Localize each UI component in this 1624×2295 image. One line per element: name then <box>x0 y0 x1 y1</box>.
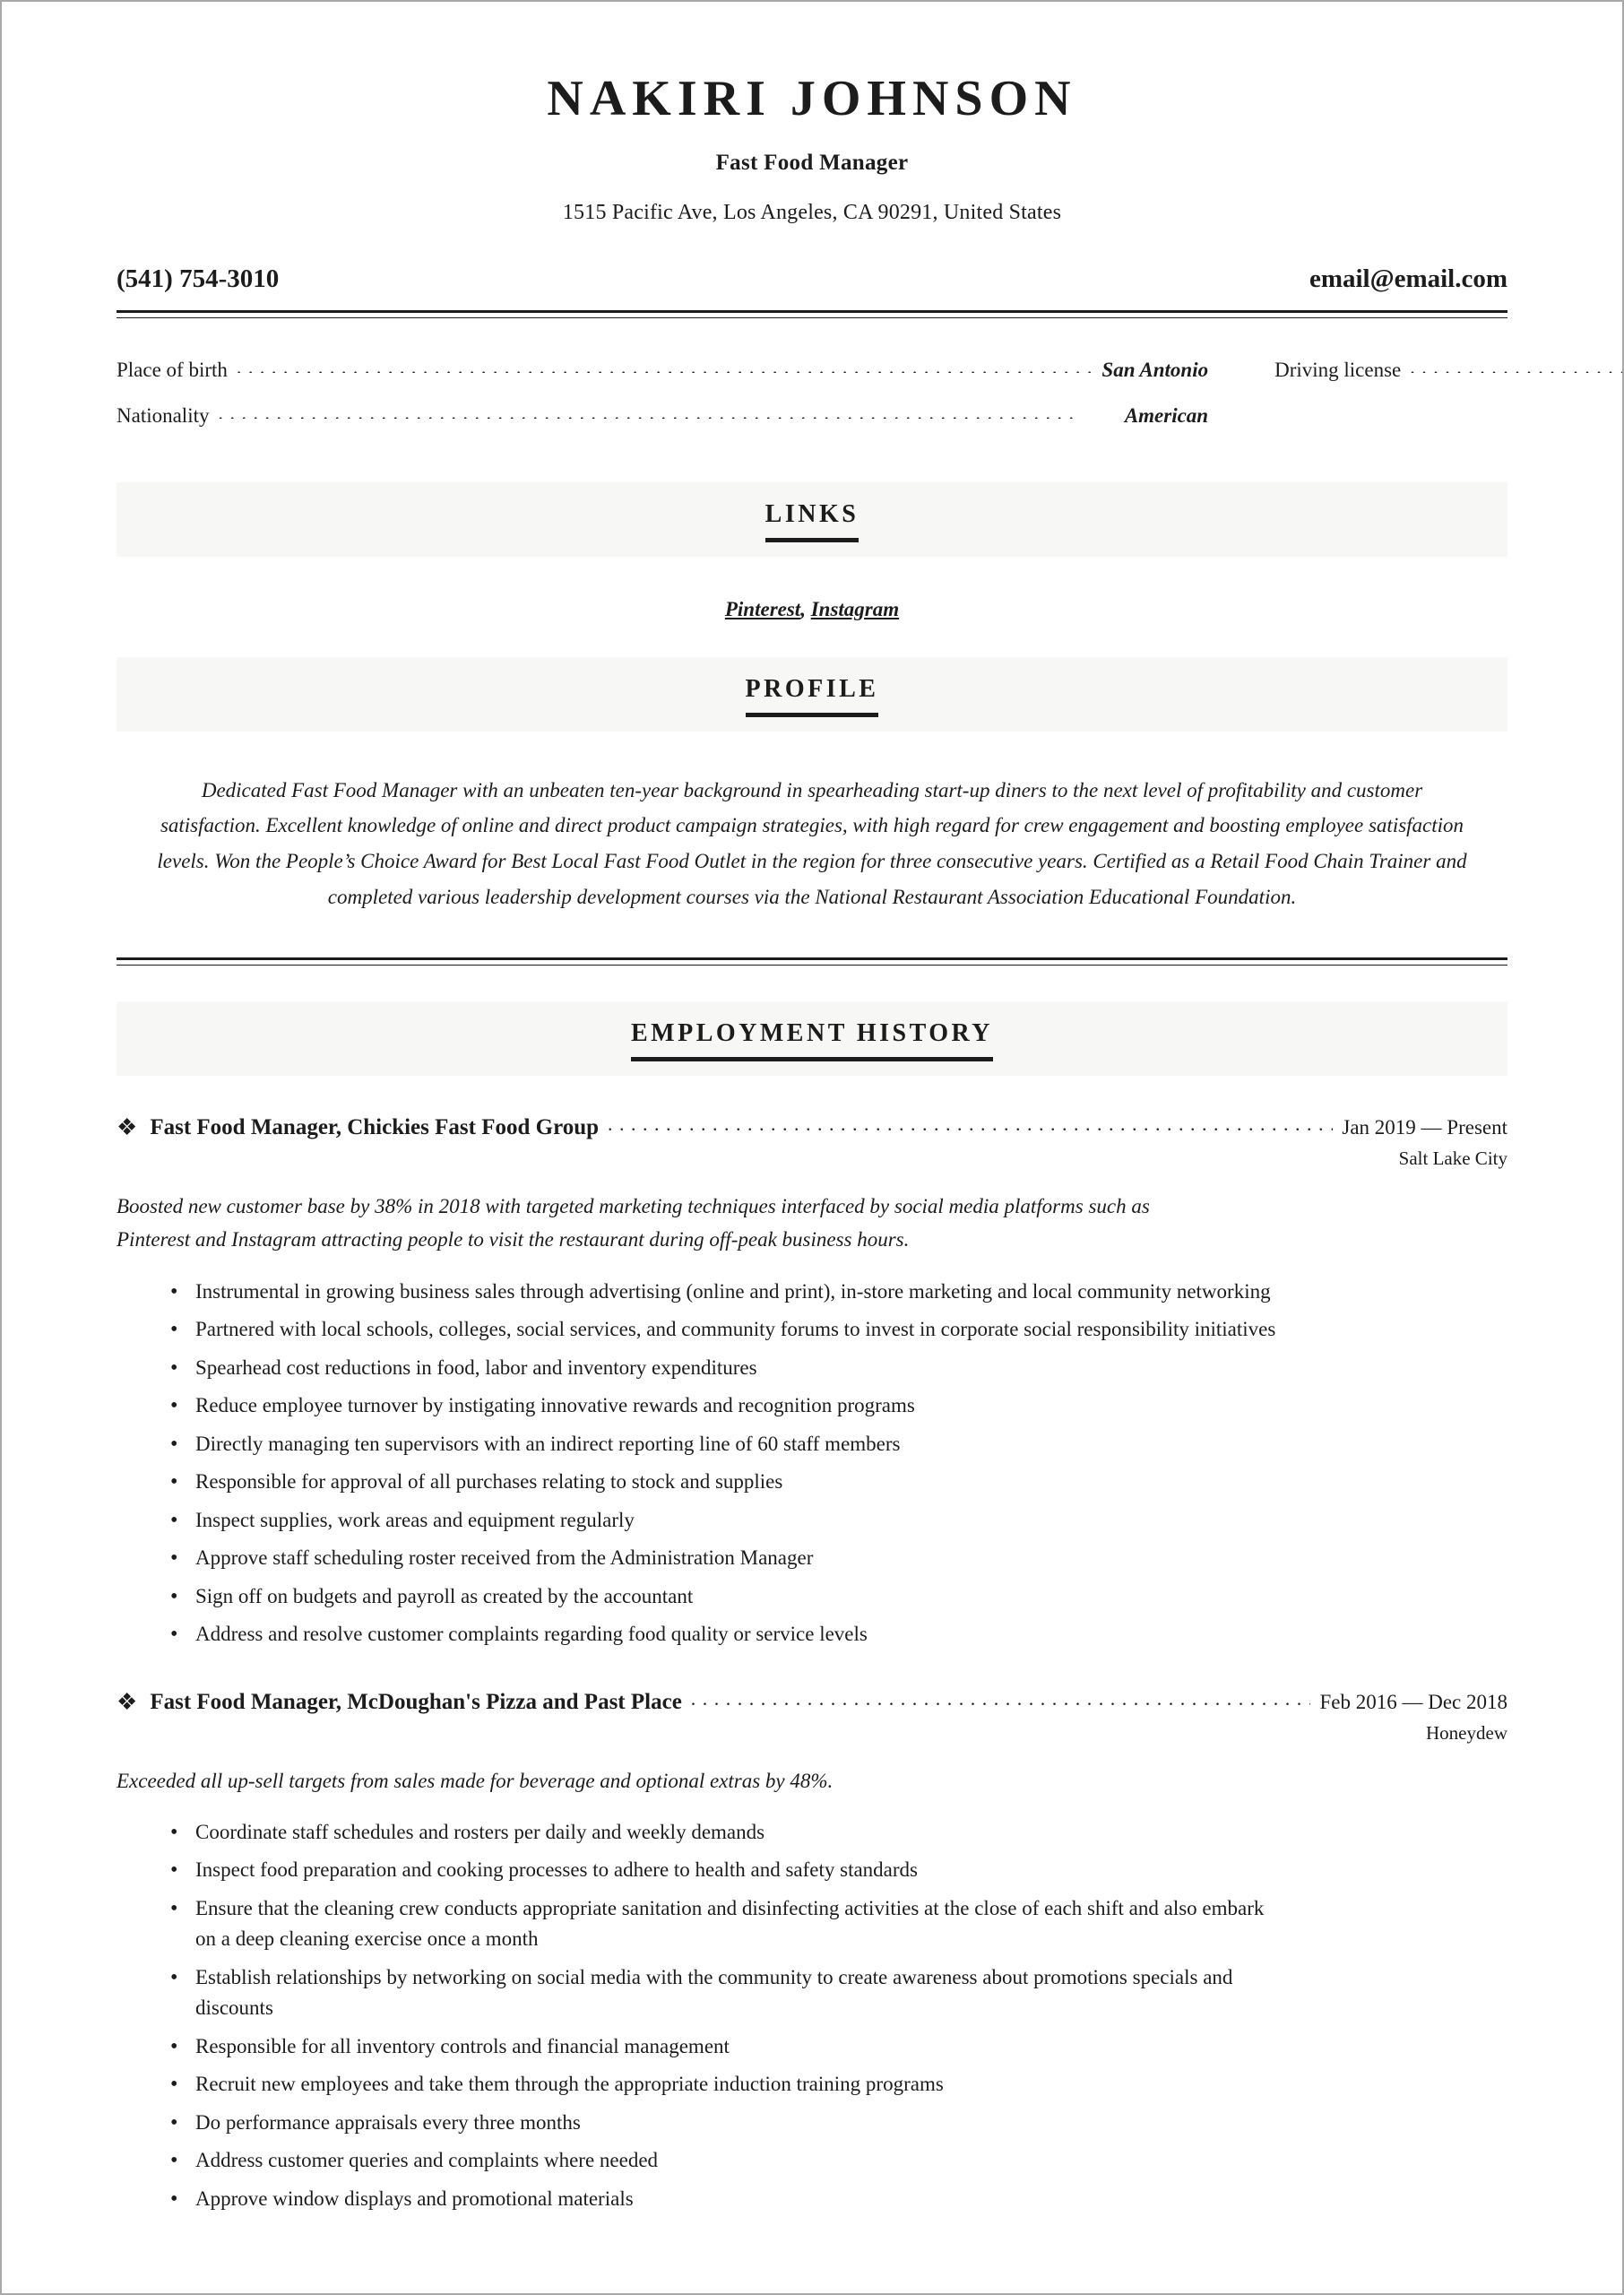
personal-details: Place of birth San Antonio Nationality A… <box>117 354 1507 446</box>
detail-label: Nationality <box>117 404 210 428</box>
detail-label: Driving license <box>1274 358 1402 381</box>
job-bullet: Inspect food preparation and cooking pro… <box>170 1854 1289 1885</box>
floral-bullet-icon: ❖ <box>117 1114 138 1141</box>
job-bullet: Partnered with local schools, colleges, … <box>170 1313 1289 1345</box>
email-address[interactable]: email@email.com <box>1309 264 1507 294</box>
job-summary: Boosted new customer base by 38% in 2018… <box>117 1195 1150 1251</box>
job-title: Fast Food Manager, McDoughan's Pizza and… <box>150 1689 682 1714</box>
employment-section-title: EMPLOYMENT HISTORY <box>630 1019 994 1062</box>
dot-leader <box>608 1113 1333 1135</box>
job-bullet: Coordinate staff schedules and rosters p… <box>170 1816 1289 1848</box>
dot-leader <box>237 352 1093 373</box>
job-entry: ❖ Fast Food Manager, Chickies Fast Food … <box>117 1115 1507 1650</box>
links-list: Pinterest, Instagram <box>117 598 1507 621</box>
dot-leader <box>1410 352 1622 373</box>
job-bullet: Spearhead cost reductions in food, labor… <box>170 1352 1289 1383</box>
candidate-address: 1515 Pacific Ave, Los Angeles, CA 90291,… <box>562 200 1062 224</box>
job-entry: ❖ Fast Food Manager, McDoughan's Pizza a… <box>117 1690 1507 2215</box>
personal-details-left-column: Place of birth San Antonio Nationality A… <box>117 354 1208 446</box>
dot-leader <box>218 398 1115 419</box>
job-bullet-list: Instrumental in growing business sales t… <box>117 1276 1507 1650</box>
candidate-job-title: Fast Food Manager <box>715 150 909 175</box>
link-pinterest[interactable]: Pinterest <box>725 598 800 620</box>
job-bullet: Directly managing ten supervisors with a… <box>170 1428 1289 1459</box>
links-separator: , <box>800 597 811 620</box>
employment-section-divider <box>117 957 1507 966</box>
job-location: Salt Lake City <box>1398 1148 1507 1170</box>
job-bullet: Ensure that the cleaning crew conducts a… <box>170 1892 1289 1955</box>
job-bullet: Inspect supplies, work areas and equipme… <box>170 1504 1289 1536</box>
detail-value: American <box>1124 404 1209 428</box>
profile-section-heading-band: PROFILE <box>117 656 1507 732</box>
links-section-title: LINKS <box>764 500 860 542</box>
job-bullet: Instrumental in growing business sales t… <box>170 1276 1289 1307</box>
job-bullet: Responsible for approval of all purchase… <box>170 1466 1289 1497</box>
job-dates: Feb 2016 — Dec 2018 <box>1319 1690 1507 1713</box>
job-bullet: Responsible for all inventory controls a… <box>170 2031 1289 2062</box>
profile-section-title: PROFILE <box>745 675 879 717</box>
job-bullet: Address customer queries and complaints … <box>170 2144 1289 2176</box>
job-bullet: Sign off on budgets and payroll as creat… <box>170 1581 1289 1612</box>
job-bullet: Approve staff scheduling roster received… <box>170 1542 1289 1573</box>
job-bullet: Reduce employee turnover by instigating … <box>170 1390 1289 1421</box>
job-bullet: Address and resolve customer complaints … <box>170 1618 1289 1650</box>
job-bullet: Approve window displays and promotional … <box>170 2183 1289 2214</box>
candidate-name: NAKIRI JOHNSON <box>547 71 1077 126</box>
dot-leader <box>691 1687 1311 1710</box>
header-divider <box>117 309 1507 318</box>
contact-row: (541) 754-3010 email@email.com <box>117 264 1507 294</box>
resume-content: NAKIRI JOHNSON Fast Food Manager 1515 Pa… <box>2 2 1622 2214</box>
detail-value: San Antonio <box>1101 358 1209 381</box>
job-dates: Jan 2019 — Present <box>1342 1116 1507 1139</box>
job-bullet-list: Coordinate staff schedules and rosters p… <box>117 1816 1507 2214</box>
phone-number[interactable]: (541) 754-3010 <box>117 264 279 294</box>
profile-paragraph: Dedicated Fast Food Manager with an unbe… <box>157 778 1467 908</box>
job-bullet: Do performance appraisals every three mo… <box>170 2107 1289 2138</box>
links-section-heading-band: LINKS <box>117 481 1507 557</box>
detail-row-nationality: Nationality American <box>117 400 1208 432</box>
resume-header: NAKIRI JOHNSON Fast Food Manager 1515 Pa… <box>117 2 1507 225</box>
floral-bullet-icon: ❖ <box>117 1688 138 1715</box>
job-location: Honeydew <box>1426 1721 1507 1744</box>
job-header: ❖ Fast Food Manager, McDoughan's Pizza a… <box>117 1690 1507 1715</box>
employment-section-heading-band: EMPLOYMENT HISTORY <box>117 1001 1507 1077</box>
resume-page: NAKIRI JOHNSON Fast Food Manager 1515 Pa… <box>0 0 1624 2295</box>
detail-row-driving-license: Driving license Full <box>1274 352 1622 386</box>
job-bullet: Recruit new employees and take them thro… <box>170 2068 1289 2100</box>
link-instagram[interactable]: Instagram <box>811 598 899 620</box>
job-header: ❖ Fast Food Manager, Chickies Fast Food … <box>117 1115 1507 1140</box>
detail-row-place-of-birth: Place of birth San Antonio <box>117 354 1208 386</box>
detail-label: Place of birth <box>117 358 228 381</box>
job-summary: Exceeded all up-sell targets from sales … <box>117 1769 834 1792</box>
job-bullet: Establish relationships by networking on… <box>170 1962 1289 2024</box>
personal-details-right-column: Driving license Full <box>1274 352 1622 446</box>
job-title: Fast Food Manager, Chickies Fast Food Gr… <box>150 1115 600 1140</box>
